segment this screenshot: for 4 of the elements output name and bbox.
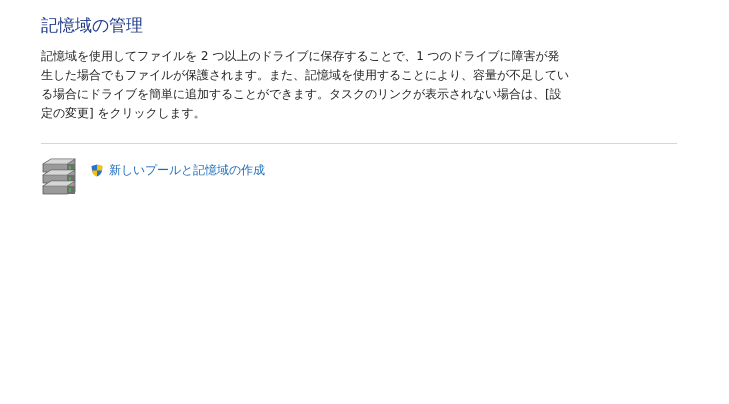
task-link[interactable]: 新しいプールと記憶域の作成 [109, 161, 265, 179]
page-title: 記憶域の管理 [41, 15, 143, 38]
description-text: 記憶域を使用してファイルを 2 つ以上のドライブに保存することで、1 つのドライブに障害が発生した場合でもファイルが保護されます。また、記憶域を使用することにより、容量が不足している場合にドライブを簡単に追加することができます。タスクのリンクが表示されない場合は、[設定の変更] をクリックします。 [41, 48, 570, 122]
drive-stack-icon [41, 157, 77, 195]
